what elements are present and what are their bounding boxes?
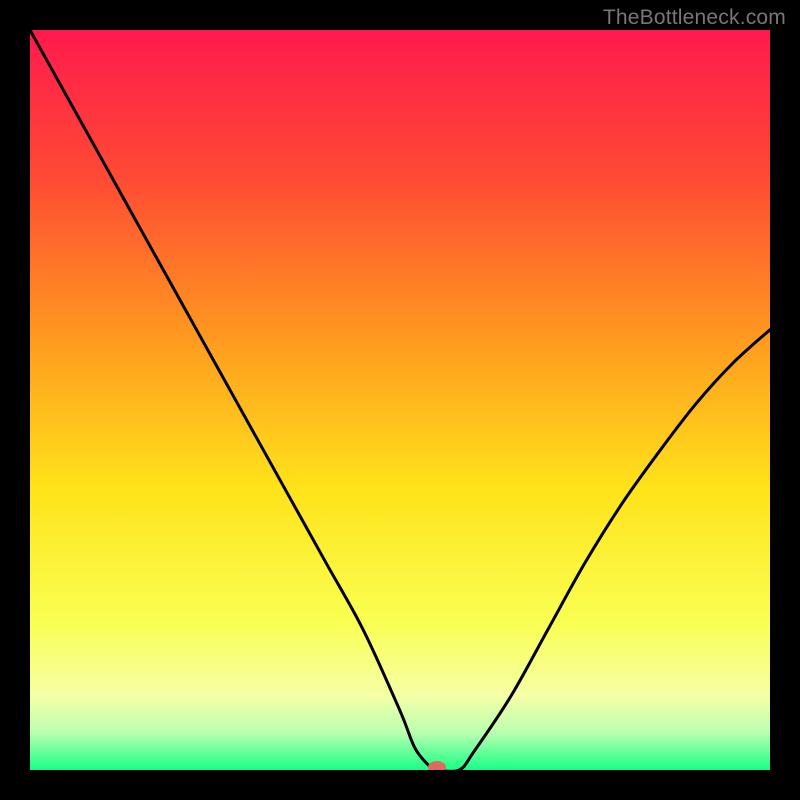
chart-svg bbox=[30, 30, 770, 770]
chart-background bbox=[30, 30, 770, 770]
watermark-text: TheBottleneck.com bbox=[603, 6, 786, 30]
chart-container: TheBottleneck.com bbox=[0, 0, 800, 800]
plot-area bbox=[30, 30, 770, 770]
